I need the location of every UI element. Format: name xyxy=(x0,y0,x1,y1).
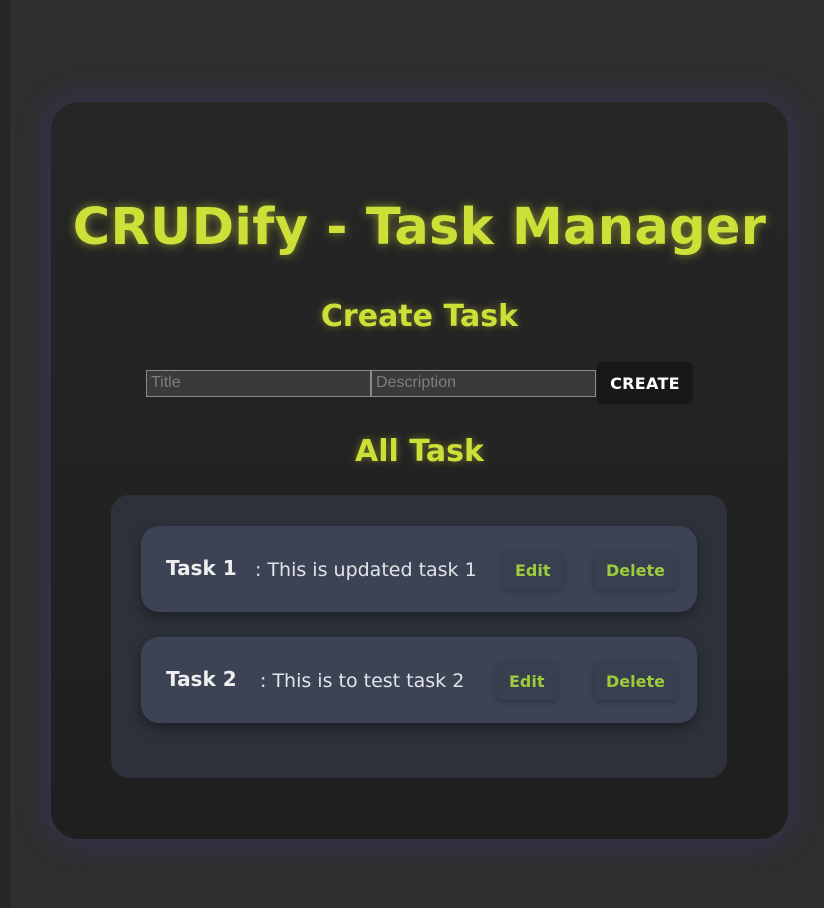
description-input[interactable] xyxy=(371,369,596,397)
task-description: : This is updated task 1 xyxy=(255,559,477,581)
edit-button[interactable]: Edit xyxy=(497,662,557,700)
edit-button[interactable]: Edit xyxy=(503,551,563,589)
create-button[interactable]: CREATE xyxy=(597,362,693,404)
task-manager-card: CRUDify - Task Manager Create Task CREAT… xyxy=(51,102,788,839)
delete-button[interactable]: Delete xyxy=(594,662,677,700)
task-list: Task 1 : This is updated task 1 Edit Del… xyxy=(111,495,727,778)
window-edge xyxy=(0,0,10,908)
all-task-heading: All Task xyxy=(355,434,484,469)
task-item: Task 2 : This is to test task 2 Edit Del… xyxy=(141,637,697,723)
title-input[interactable] xyxy=(146,369,371,397)
create-task-heading: Create Task xyxy=(320,299,519,334)
app-title: CRUDify - Task Manager xyxy=(72,198,767,257)
task-description: : This is to test task 2 xyxy=(260,670,465,692)
delete-button[interactable]: Delete xyxy=(594,551,677,589)
create-task-form: CREATE xyxy=(146,361,693,405)
task-title: Task 1 xyxy=(166,556,237,580)
task-title: Task 2 xyxy=(166,667,237,691)
task-item: Task 1 : This is updated task 1 Edit Del… xyxy=(141,526,697,612)
